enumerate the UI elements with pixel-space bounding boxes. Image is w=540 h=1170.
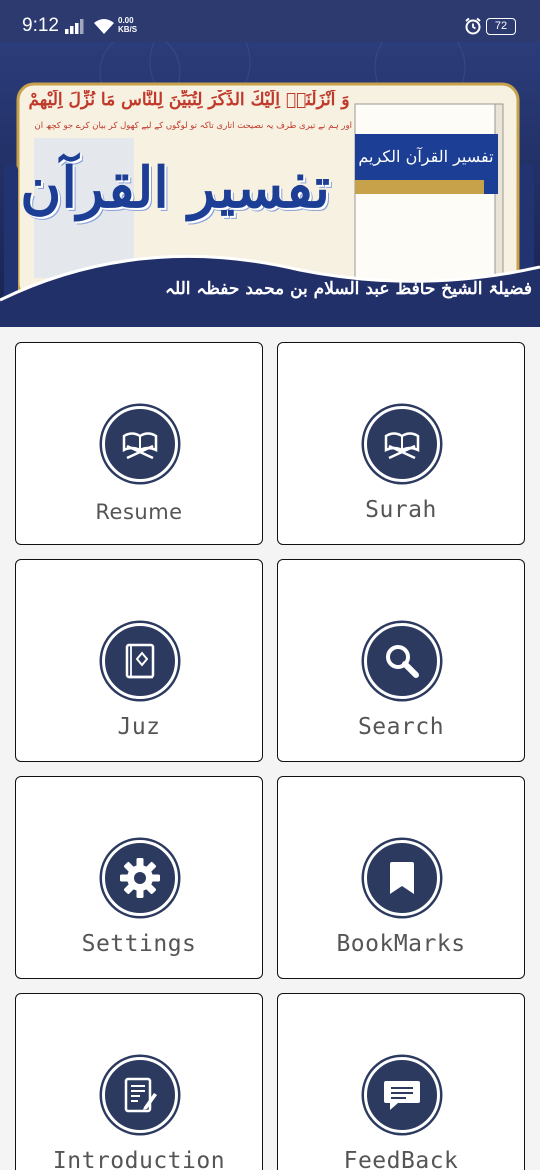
wifi-icon — [93, 18, 115, 39]
juz-tile[interactable]: Juz — [15, 559, 263, 762]
bookmarks-label: BookMarks — [336, 931, 466, 957]
book-cover-image — [354, 103, 504, 297]
resume-label: Resume — [95, 500, 183, 524]
settings-label: Settings — [81, 931, 197, 957]
surah-tile[interactable]: Surah — [277, 342, 525, 545]
search-icon — [364, 623, 440, 699]
author-name: فضیلۃ الشیخ حافظ عبد السلام بن محمد حفظہ… — [164, 279, 532, 299]
document-edit-icon — [102, 1057, 178, 1133]
main-title: تفسیر القرآن الکریم — [0, 155, 330, 221]
introduction-tile[interactable]: Introduction — [15, 993, 263, 1170]
surah-label: Surah — [365, 497, 437, 523]
bookmarks-tile[interactable]: BookMarks — [277, 776, 525, 979]
feedback-label: FeedBack — [343, 1148, 459, 1170]
search-label: Search — [357, 714, 445, 740]
ayah-text: وَ اَنْزَلْنَاۤ اِلَیْكَ الذِّكْرَ لِتُب… — [28, 90, 350, 110]
quran-book-icon — [364, 406, 440, 482]
alarm-icon — [464, 17, 482, 39]
app-banner: وَ اَنْزَلْنَاۤ اِلَیْكَ الذِّكْرَ لِتُب… — [0, 42, 540, 327]
translation-text: اور ہم نے تیری طرف یہ نصیحت اتاری تاکہ ت… — [34, 121, 352, 131]
signal-icon — [65, 18, 87, 38]
quran-book-icon — [102, 406, 178, 482]
bookmark-icon — [364, 840, 440, 916]
resume-tile[interactable]: Resume — [15, 342, 263, 545]
status-time: 9:12 — [22, 15, 59, 36]
gear-icon — [102, 840, 178, 916]
mushaf-icon — [102, 623, 178, 699]
battery-indicator: 72 — [486, 18, 516, 35]
introduction-label: Introduction — [52, 1148, 226, 1170]
feedback-tile[interactable]: FeedBack — [277, 993, 525, 1170]
chat-icon — [364, 1057, 440, 1133]
settings-tile[interactable]: Settings — [15, 776, 263, 979]
juz-label: Juz — [117, 714, 161, 740]
network-speed: 0.00 KB/S — [118, 16, 138, 34]
book-title: تفسیر القرآن الکریم — [358, 147, 494, 166]
search-tile[interactable]: Search — [277, 559, 525, 762]
